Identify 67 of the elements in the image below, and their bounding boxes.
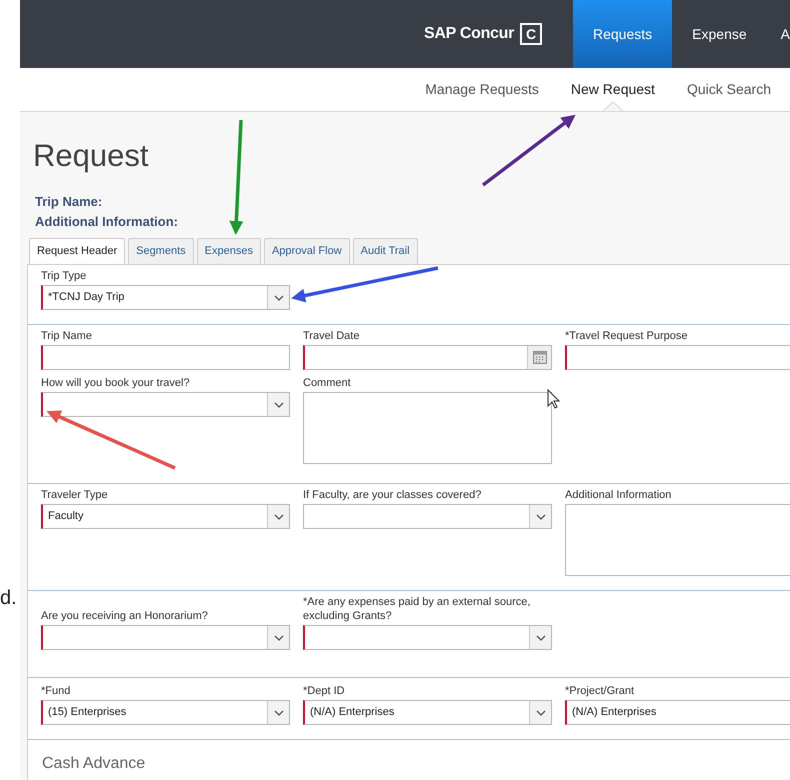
summary-label: Additional Information:	[35, 213, 179, 231]
page-title: Request	[32, 138, 150, 174]
field-label: Additional Information	[565, 488, 672, 502]
section-title: Cash Advance	[42, 755, 146, 772]
tab[interactable]: Request Header	[29, 238, 126, 264]
chevron-down-icon	[536, 634, 546, 640]
chevron-down-icon	[274, 634, 284, 640]
chevron-down-icon	[274, 514, 284, 520]
mouse-cursor-icon	[548, 388, 560, 409]
dropdown-field[interactable]	[41, 392, 290, 417]
summary-label: Trip Name:	[35, 193, 104, 211]
chevron-down-icon	[536, 710, 546, 716]
field-label: Travel Date	[303, 329, 360, 343]
dropdown-field[interactable]	[303, 504, 552, 529]
field-label: If Faculty, are your classes covered?	[303, 488, 482, 502]
dropdown-value: *TCNJ Day Trip	[47, 290, 126, 306]
field-label: *Fund	[41, 684, 72, 698]
field-label: Are you receiving an Honorarium?	[41, 609, 209, 623]
dropdown-toggle[interactable]	[267, 505, 289, 528]
dropdown-value: (N/A) Enterprises	[309, 705, 396, 720]
dropdown-field[interactable]: (N/A) Enterprises	[303, 700, 552, 725]
dropdown-toggle[interactable]	[267, 393, 289, 416]
dropdown-field[interactable]: *TCNJ Day Trip	[41, 285, 290, 310]
field-label: *Project/Grant	[565, 684, 636, 698]
tab[interactable]: Audit Trail	[352, 238, 418, 264]
nav-tab[interactable]: Expense	[672, 0, 767, 68]
field-label: Comment	[303, 376, 352, 390]
dropdown-value: (N/A) Enterprises	[571, 705, 658, 720]
tab[interactable]: Segments	[128, 238, 194, 264]
field-label: How will you book your travel?	[41, 376, 191, 390]
dropdown-toggle[interactable]	[267, 701, 289, 724]
subnav-link[interactable]: Quick Search	[686, 68, 771, 111]
dropdown-field[interactable]	[303, 625, 552, 650]
field-label: Trip Name	[41, 329, 93, 343]
dropdown-value: Faculty	[47, 509, 84, 524]
tab[interactable]: Expenses	[196, 238, 261, 264]
chevron-down-icon	[274, 402, 284, 408]
logo-text: SAP Concur	[424, 24, 514, 44]
nav-tab[interactable]: A	[766, 0, 790, 68]
text-field[interactable]	[565, 345, 790, 370]
field-label: *Are any expenses paid by an external source, excluding Grants?	[303, 595, 532, 623]
subnav-link[interactable]: New Request	[570, 68, 655, 111]
chevron-down-icon	[274, 710, 284, 716]
dropdown-field[interactable]: Faculty	[41, 504, 290, 529]
dropdown-toggle[interactable]	[267, 286, 289, 309]
dropdown-toggle[interactable]	[529, 701, 551, 724]
dropdown-toggle[interactable]	[529, 626, 551, 649]
chevron-down-icon	[536, 514, 546, 520]
dropdown-field[interactable]: (15) Enterprises	[41, 700, 290, 725]
field-label: *Dept ID	[303, 684, 346, 698]
dropdown-toggle[interactable]	[529, 505, 551, 528]
text-field[interactable]	[41, 345, 290, 370]
field-label: Traveler Type	[41, 488, 109, 502]
dropdown-value: (15) Enterprises	[47, 705, 128, 720]
margin-text: d.	[0, 586, 17, 611]
nav-tab[interactable]: Requests	[573, 0, 672, 68]
logo-mark: C	[520, 23, 542, 45]
date-field[interactable]	[303, 345, 552, 370]
tab[interactable]: Approval Flow	[264, 238, 350, 264]
field-label: *Travel Request Purpose	[565, 329, 688, 343]
dropdown-toggle[interactable]	[267, 626, 289, 649]
dropdown-field[interactable]: (N/A) Enterprises	[565, 700, 790, 725]
field-label: Trip Type	[41, 269, 88, 283]
chevron-down-icon	[274, 294, 284, 300]
dropdown-field[interactable]	[41, 625, 290, 650]
subnav-link[interactable]: Manage Requests	[425, 68, 539, 111]
calendar-icon[interactable]	[532, 351, 546, 364]
